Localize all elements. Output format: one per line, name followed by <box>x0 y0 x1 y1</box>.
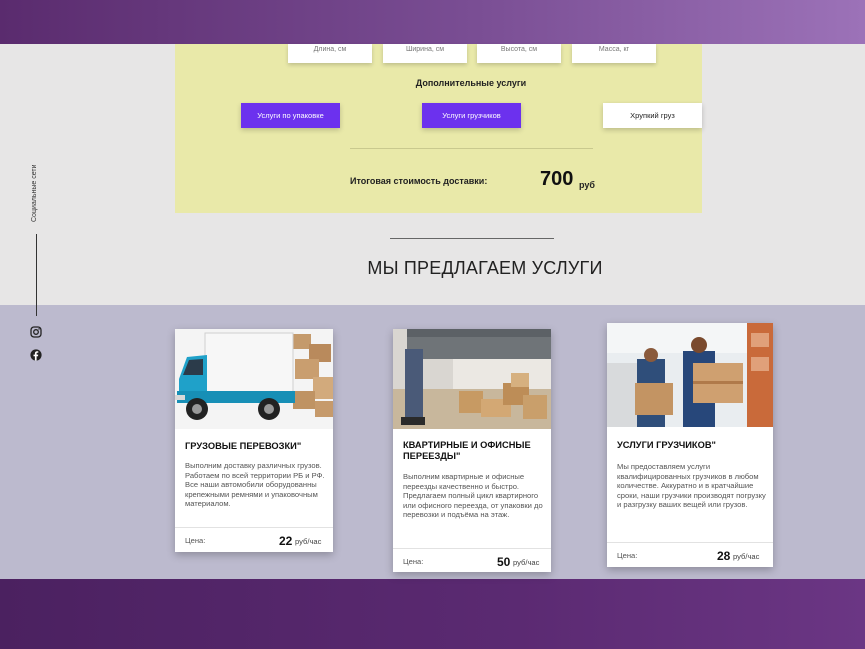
card-divider <box>175 527 333 528</box>
price-unit: руб/час <box>513 558 540 567</box>
card-title: ГРУЗОВЫЕ ПЕРЕВОЗКИ" <box>185 441 302 451</box>
price-value: 22 <box>279 534 293 548</box>
width-field[interactable]: Ширина, см <box>383 44 467 63</box>
price-value: 50 <box>497 555 511 569</box>
total-label: Итоговая стоимость доставки: <box>350 176 488 186</box>
card-description: Выполним квартирные и офисные переезды к… <box>403 472 543 520</box>
height-field[interactable]: Высота, см <box>477 44 561 63</box>
top-band <box>0 0 865 44</box>
calculator-divider <box>350 148 593 149</box>
card-title: КВАРТИРНЫЕ И ОФИСНЫЕ ПЕРЕЕЗДЫ" <box>403 440 531 461</box>
facebook-icon[interactable] <box>30 349 42 361</box>
social-line <box>36 234 37 316</box>
instagram-icon[interactable] <box>30 326 42 338</box>
length-field[interactable]: Длина, см <box>288 44 372 63</box>
card-description: Выполним доставку различных грузов. Рабо… <box>185 461 325 509</box>
packing-service-button[interactable]: Услуги по упаковке <box>241 103 340 128</box>
total-price: 700 <box>540 168 574 190</box>
card-description: Мы предоставляем услуги квалифицированны… <box>617 462 766 510</box>
delivery-calculator <box>175 44 702 213</box>
moving-image <box>393 329 551 429</box>
card-divider <box>393 548 551 549</box>
extra-services-title: Дополнительные услуги <box>415 78 527 88</box>
truck-image <box>175 329 333 429</box>
service-card-relocation[interactable]: КВАРТИРНЫЕ И ОФИСНЫЕ ПЕРЕЕЗДЫ" Выполним … <box>393 329 551 572</box>
fragile-cargo-button[interactable]: Хрупкий груз <box>603 103 702 128</box>
service-card-freight[interactable]: ГРУЗОВЫЕ ПЕРЕВОЗКИ" Выполним доставку ра… <box>175 329 333 552</box>
price-label: Цена: <box>185 536 206 545</box>
movers-service-button[interactable]: Услуги грузчиков <box>422 103 521 128</box>
card-title: УСЛУГИ ГРУЗЧИКОВ" <box>617 440 716 450</box>
price-label: Цена: <box>617 551 638 560</box>
section-divider <box>390 238 554 239</box>
section-title: МЫ ПРЕДЛАГАЕМ УСЛУГИ <box>367 258 603 278</box>
social-label: Социальные сети <box>31 164 38 222</box>
movers-image <box>607 323 773 427</box>
card-divider <box>607 542 773 543</box>
price-label: Цена: <box>403 557 424 566</box>
service-card-movers[interactable]: УСЛУГИ ГРУЗЧИКОВ" Мы предоставляем услуг… <box>607 323 773 567</box>
bottom-band <box>0 579 865 649</box>
price-unit: руб/час <box>733 552 760 561</box>
weight-field[interactable]: Масса, кг <box>572 44 656 63</box>
price-unit: руб/час <box>295 537 322 546</box>
total-unit: руб <box>579 180 595 190</box>
price-value: 28 <box>717 549 731 563</box>
